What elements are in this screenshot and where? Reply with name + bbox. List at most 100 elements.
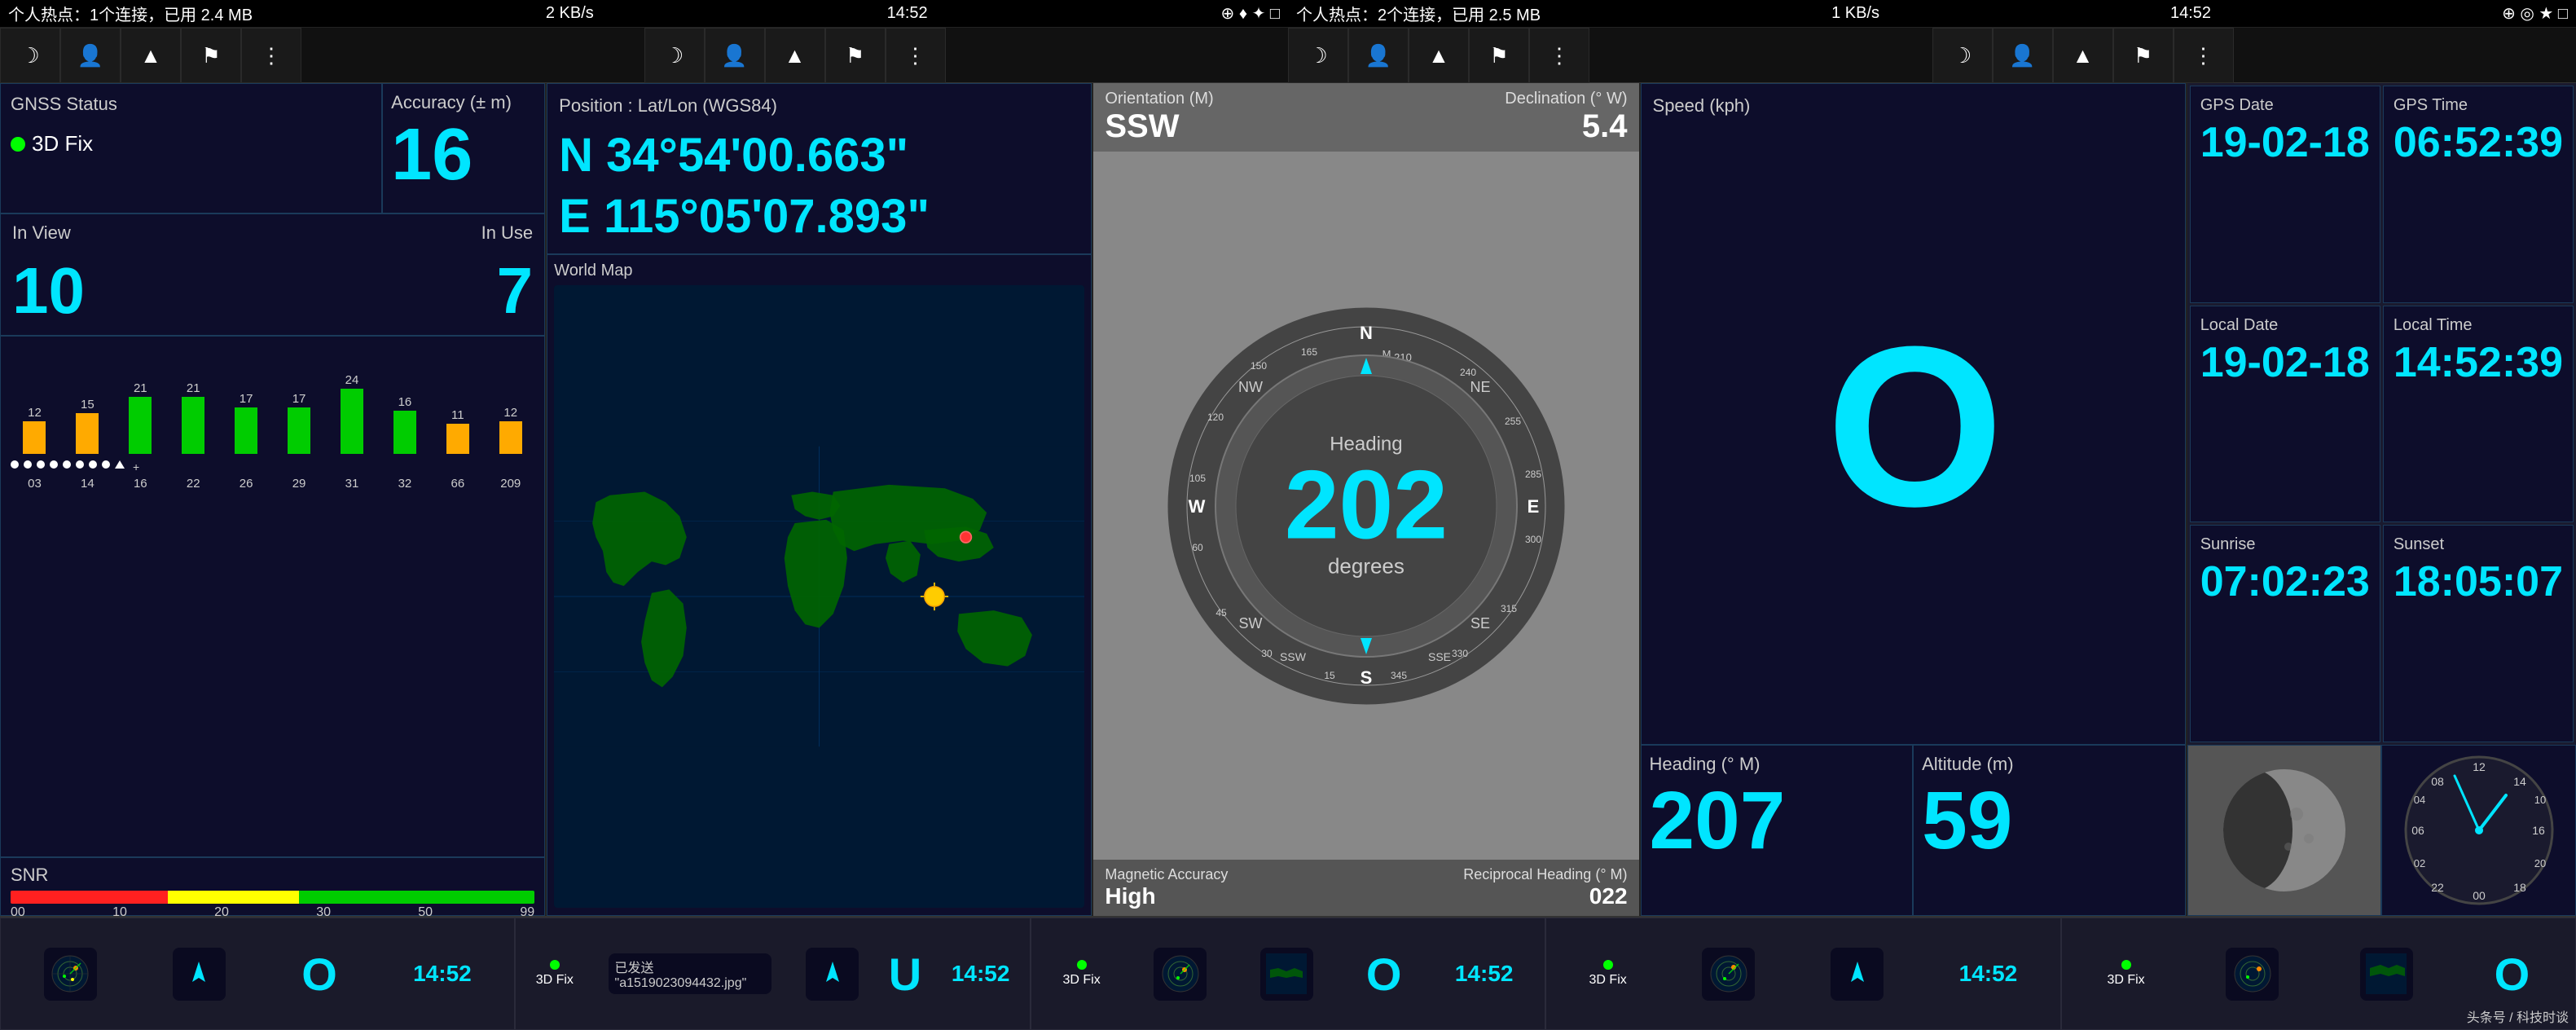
satellite-chart-panel: 12 15 21 21 17 17 24 16 11 12	[0, 336, 545, 857]
heading-altitude-row: Heading (° M) 207 Altitude (m) 59	[1641, 745, 2186, 916]
sat-id-31: 31	[328, 477, 376, 491]
toolbar3-person-btn[interactable]: 👤	[1348, 28, 1409, 83]
taskbar-fix-2: 3D Fix	[536, 960, 574, 988]
toolbar1-more-btn[interactable]: ⋮	[241, 28, 301, 83]
toolbar2-nav-btn[interactable]: ▲	[765, 28, 825, 83]
taskbar-thumb-world-5	[2360, 948, 2413, 1001]
svg-text:08: 08	[2431, 775, 2444, 788]
toolbar3-nav-btn[interactable]: ▲	[1409, 28, 1469, 83]
hotspot-right: 个人热点：2个连接，已用 2.5 MB	[1296, 2, 1541, 25]
clock-svg: 12 16 18 00 22 06 08 14 10 20 04 02	[2402, 753, 2556, 908]
taskbar-item-3[interactable]: 3D Fix O 14:52	[1031, 918, 1545, 1030]
sat-id-32: 32	[380, 477, 429, 491]
sat-strength-label-14: 15	[81, 398, 95, 412]
taskbar-thumb-arrow-1	[173, 948, 226, 1001]
radar-icon-3	[1160, 953, 1201, 994]
toolbar1-nav-btn[interactable]: ▲	[121, 28, 181, 83]
toolbar2-more-btn[interactable]: ⋮	[886, 28, 946, 83]
snr-labels: 00 10 20 30 50 99	[11, 905, 534, 916]
compass-dial: N E S W NE SE SW NW SSW SSE 195 M 210	[1163, 302, 1570, 710]
moon-svg	[2219, 765, 2350, 896]
taskbar-item-1[interactable]: O 14:52	[0, 918, 515, 1030]
toolbar2-flag-btn[interactable]: ⚑	[825, 28, 886, 83]
sat-strength-label-16: 21	[134, 381, 147, 395]
toolbar3-moon-btn[interactable]: ☽	[1288, 28, 1348, 83]
position-panel: Position : Lat/Lon (WGS84) N 34°54'00.66…	[547, 83, 1092, 254]
world-icon-3	[1266, 953, 1307, 994]
toolbar4-person-btn[interactable]: 👤	[1993, 28, 2053, 83]
gnss-section: GNSS Status 3D Fix Accuracy (± m) 16 In …	[0, 83, 547, 916]
radar-icon-5	[2232, 953, 2273, 994]
fix-indicator: 3D Fix	[11, 131, 371, 156]
nav-arrow-icon-1	[182, 957, 215, 990]
position-title: Position : Lat/Lon (WGS84)	[559, 95, 1079, 117]
accuracy-value: 16	[391, 118, 536, 191]
toolbar1-moon-btn[interactable]: ☽	[0, 28, 60, 83]
svg-text:15: 15	[1324, 670, 1335, 681]
sat-bar-group-31: 24	[328, 373, 376, 454]
worldmap-svg	[554, 285, 1084, 908]
toolbar3-flag-btn[interactable]: ⚑	[1469, 28, 1529, 83]
sat-strength-label-66: 11	[451, 408, 464, 422]
toolbar4-more-btn[interactable]: ⋮	[2174, 28, 2234, 83]
svg-text:345: 345	[1391, 670, 1407, 681]
taskbar-thumb-radar-4	[1702, 948, 1755, 1001]
moon-panel	[2187, 745, 2382, 916]
toolbar1-flag-btn[interactable]: ⚑	[181, 28, 241, 83]
accuracy-label: Accuracy (± m)	[391, 92, 536, 113]
toolbar2-person-btn[interactable]: 👤	[705, 28, 765, 83]
snr-bar	[11, 891, 534, 904]
sat-id-29: 29	[275, 477, 323, 491]
toolbar4-flag-btn[interactable]: ⚑	[2113, 28, 2174, 83]
taskbar-item-4[interactable]: 3D Fix 14:52	[1545, 918, 2060, 1030]
taskbar-thumb-arrow-4	[1831, 948, 1884, 1001]
status-bars-row: 个人热点：1个连接，已用 2.4 MB 2 KB/s 14:52 ⊕ ♦ ✦ □…	[0, 0, 2576, 28]
svg-text:06: 06	[2411, 824, 2424, 837]
taskbar-item-5[interactable]: 3D Fix O 头条号 / 科技时谈	[2061, 918, 2576, 1030]
toolbar1-person-btn[interactable]: 👤	[60, 28, 121, 83]
inview-label: In View	[12, 222, 71, 244]
compass-container: N E S W NE SE SW NW SSW SSE 195 M 210	[1093, 152, 1638, 860]
sat-bar-group-03: 12	[11, 406, 59, 454]
toolbar3-more-btn[interactable]: ⋮	[1529, 28, 1589, 83]
worldmap-container	[554, 285, 1084, 908]
compass-header: Orientation (M) SSW Declination (° W) 5.…	[1093, 83, 1638, 152]
taskbar-thumb-radar-5	[2226, 948, 2279, 1001]
local-date-value: 19-02-18	[2200, 338, 2370, 387]
watermark: 头条号 / 科技时谈	[2467, 1006, 2569, 1026]
sat-bar-group-16: 21	[116, 381, 165, 454]
sat-id-209: 209	[486, 477, 534, 491]
taskbar-time-2: 14:52	[952, 961, 1010, 987]
toolbar2-moon-btn[interactable]: ☽	[644, 28, 705, 83]
toolbar4-moon-btn[interactable]: ☽	[1932, 28, 1993, 83]
compass-orient-group: Orientation (M) SSW	[1105, 90, 1213, 145]
inview-inuse-panel: In View In Use 10 7	[0, 213, 545, 336]
time-grid: GPS Date 19-02-18 GPS Time 06:52:39 Loca…	[2187, 83, 2576, 745]
sat-strength-label-26: 17	[240, 392, 253, 406]
toolbar4-nav-btn[interactable]: ▲	[2053, 28, 2113, 83]
toolbars-row: ☽ 👤 ▲ ⚑ ⋮ ☽ 👤 ▲ ⚑ ⋮ ☽ 👤 ▲ ⚑ ⋮ ☽ 👤 ▲ ⚑ ⋮	[0, 28, 2576, 83]
svg-text:16: 16	[2532, 824, 2545, 837]
worldmap-title: World Map	[554, 262, 1084, 280]
svg-text:315: 315	[1501, 603, 1517, 614]
local-date-cell: Local Date 19-02-18	[2190, 306, 2380, 523]
taskbar-thumb-radar-3	[1154, 948, 1207, 1001]
taskbar-thumb-world-3	[1260, 948, 1313, 1001]
gps-date-cell: GPS Date 19-02-18	[2190, 86, 2380, 303]
local-time-cell: Local Time 14:52:39	[2383, 306, 2574, 523]
sat-strength-label-209: 12	[503, 406, 517, 420]
gps-time-value: 06:52:39	[2394, 118, 2563, 167]
taskbar-thumb-arrow-2	[806, 948, 859, 1001]
hotspot-left: 个人热点：1个连接，已用 2.4 MB	[8, 2, 253, 25]
svg-text:N: N	[1360, 323, 1373, 343]
gps-date-label: GPS Date	[2200, 96, 2370, 115]
sunset-cell: Sunset 18:05:07	[2383, 525, 2574, 742]
svg-text:SSE: SSE	[1428, 650, 1451, 663]
radar-icon-1	[50, 953, 90, 994]
sat-bar-22	[182, 397, 204, 454]
taskbar-zero-3: O	[1366, 948, 1402, 1001]
svg-text:60: 60	[1192, 542, 1203, 553]
heading-panel-label: Heading (° M)	[1650, 754, 1905, 775]
speed-label: Speed (kph)	[1653, 95, 2174, 117]
taskbar-item-2[interactable]: 3D Fix 已发送 "a1519023094432.jpg" U 14:52	[515, 918, 1030, 1030]
